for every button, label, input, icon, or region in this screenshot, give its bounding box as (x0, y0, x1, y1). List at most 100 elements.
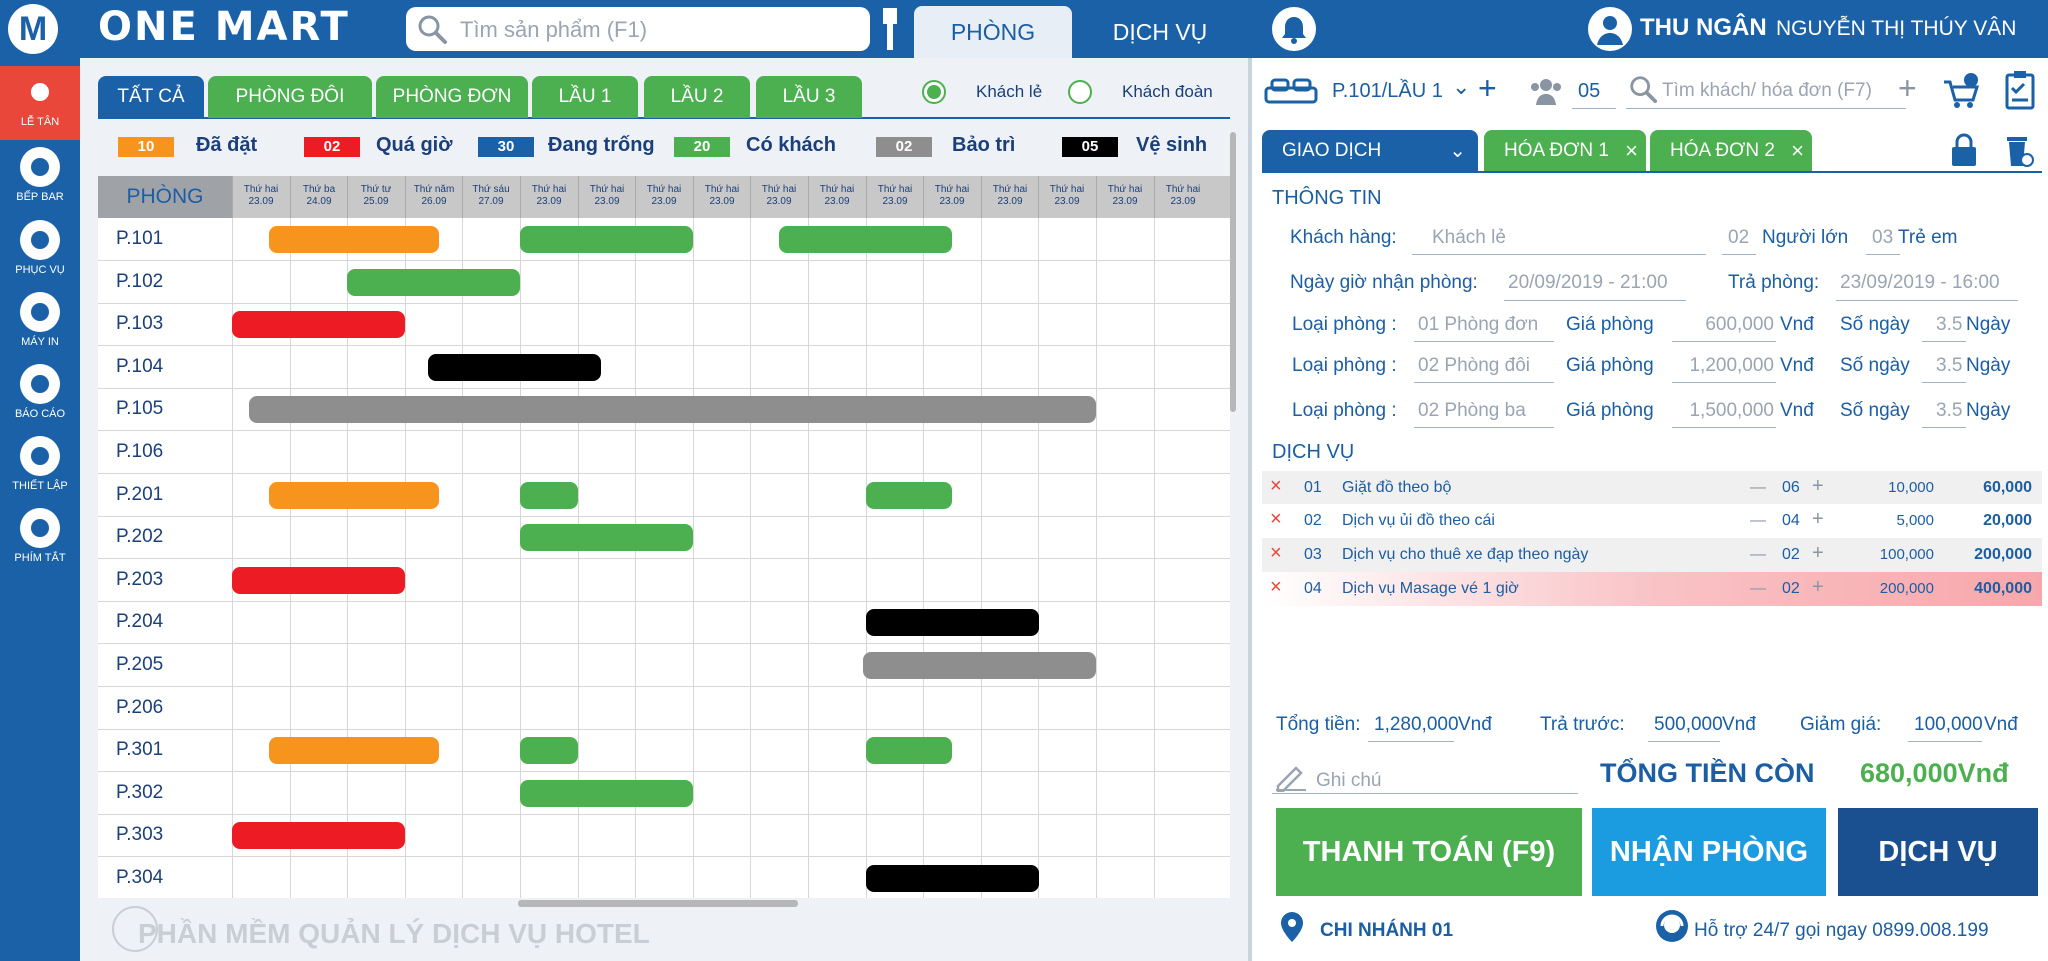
filter-tab-5[interactable]: LẦU 2 (644, 76, 750, 118)
room-label[interactable]: P.102 (116, 271, 163, 293)
plus-icon[interactable]: + (1812, 475, 1824, 498)
booking-bar-booked[interactable] (269, 482, 439, 509)
room-label[interactable]: P.304 (116, 867, 163, 889)
room-days-field[interactable]: 3.5 (1936, 355, 1962, 377)
delete-bin-icon[interactable] (2004, 132, 2034, 168)
room-type-field[interactable]: 02 Phòng ba (1418, 400, 1526, 422)
booking-bar-maintenance[interactable] (249, 396, 1096, 423)
booking-bar-occupied[interactable] (520, 226, 693, 253)
service-button[interactable]: DỊCH VỤ (1838, 808, 2038, 896)
sidebar-item-5[interactable]: BÁO CÁO (0, 358, 80, 432)
booking-bar-cleaning[interactable] (866, 865, 1039, 892)
product-search-input[interactable]: Tìm sản phẩm (F1) (406, 7, 870, 51)
discount-field[interactable]: 100,000 (1914, 714, 1983, 736)
minus-icon[interactable]: — (1750, 546, 1766, 564)
booking-bar-occupied[interactable] (520, 482, 578, 509)
app-logo[interactable]: M (8, 4, 58, 54)
room-label[interactable]: P.105 (116, 398, 163, 420)
room-type-field[interactable]: 01 Phòng đơn (1418, 314, 1538, 336)
room-type-field[interactable]: 02 Phòng đôi (1418, 355, 1530, 377)
booking-bar-occupied[interactable] (520, 737, 578, 764)
sidebar-item-1[interactable]: LỄ TÂN (0, 66, 80, 140)
booking-bar-overdue[interactable] (232, 311, 405, 338)
close-icon[interactable]: × (1625, 130, 1638, 172)
note-input[interactable]: Ghi chú (1316, 770, 1381, 792)
prepaid-field[interactable]: 500,000 (1654, 714, 1723, 736)
booking-bar-overdue[interactable] (232, 822, 405, 849)
room-price-field[interactable]: 600,000 (1688, 314, 1774, 336)
minus-icon[interactable]: — (1750, 580, 1766, 598)
minus-icon[interactable]: — (1750, 512, 1766, 530)
room-label[interactable]: P.103 (116, 313, 163, 335)
guest-group-radio[interactable] (1068, 80, 1092, 104)
close-icon[interactable]: × (1791, 130, 1804, 172)
checkin-field[interactable]: 20/09/2019 - 21:00 (1508, 272, 1668, 294)
tab-service[interactable]: DỊCH VỤ (1080, 6, 1240, 58)
filter-tab-2[interactable]: PHÒNG ĐÔI (208, 76, 372, 118)
filter-tab-1[interactable]: TẤT CẢ (98, 76, 204, 118)
filter-tab-6[interactable]: LẦU 3 (756, 76, 862, 118)
booking-bar-occupied[interactable] (779, 226, 952, 253)
sidebar-item-7[interactable]: PHÍM TẮT (0, 502, 80, 576)
schedule-grid[interactable]: P.101 P.102 P.103 P.104 P.105 P.106 P.201 P.202… (98, 218, 1230, 898)
remove-service-icon[interactable]: × (1270, 508, 1282, 531)
room-label[interactable]: P.206 (116, 697, 163, 719)
booking-bar-occupied[interactable] (866, 482, 952, 509)
plus-icon[interactable]: + (1812, 542, 1824, 565)
remove-service-icon[interactable]: × (1270, 576, 1282, 599)
room-label[interactable]: P.303 (116, 824, 163, 846)
minus-icon[interactable]: — (1750, 479, 1766, 497)
room-label[interactable]: P.204 (116, 611, 163, 633)
clean-brush-icon[interactable] (880, 8, 900, 50)
sidebar-item-2[interactable]: BẾP BAR (0, 141, 80, 215)
service-qty[interactable]: 02 (1782, 580, 1800, 598)
room-days-field[interactable]: 3.5 (1936, 314, 1962, 336)
chevron-down-icon[interactable]: ⌄ (1452, 74, 1470, 100)
booking-bar-occupied[interactable] (520, 524, 693, 551)
room-label[interactable]: P.104 (116, 356, 163, 378)
room-label[interactable]: P.101 (116, 228, 163, 250)
tab-invoice-2[interactable]: HÓA ĐƠN 2 × (1650, 130, 1812, 172)
remove-service-icon[interactable]: × (1270, 475, 1282, 498)
room-label[interactable]: P.301 (116, 739, 163, 761)
booking-bar-cleaning[interactable] (866, 609, 1039, 636)
booking-bar-booked[interactable] (269, 737, 439, 764)
remove-service-icon[interactable]: × (1270, 542, 1282, 565)
service-qty[interactable]: 02 (1782, 546, 1800, 564)
room-price-field[interactable]: 1,200,000 (1688, 355, 1774, 377)
booking-bar-overdue[interactable] (232, 567, 405, 594)
filter-tab-3[interactable]: PHÒNG ĐƠN (376, 76, 528, 118)
plus-icon[interactable]: + (1812, 508, 1824, 531)
user-avatar-icon[interactable] (1588, 7, 1632, 51)
lock-icon[interactable] (1950, 132, 1978, 168)
room-label[interactable]: P.203 (116, 569, 163, 591)
add-customer-plus-icon[interactable]: + (1898, 70, 1917, 107)
customer-invoice-search-input[interactable]: Tìm khách/ hóa đơn (F7) (1662, 80, 1872, 102)
chevron-down-icon[interactable]: ⌄ (1449, 130, 1466, 172)
plus-icon[interactable]: + (1812, 576, 1824, 599)
room-label[interactable]: P.106 (116, 441, 163, 463)
filter-tab-4[interactable]: LẦU 1 (532, 76, 638, 118)
room-label[interactable]: P.205 (116, 654, 163, 676)
booking-bar-occupied[interactable] (520, 780, 693, 807)
adults-field[interactable]: 02 (1728, 227, 1749, 249)
vertical-scrollbar[interactable] (1230, 132, 1236, 412)
cart-dollar-icon[interactable] (1942, 72, 1980, 110)
clipboard-check-icon[interactable] (2004, 70, 2036, 110)
checkin-button[interactable]: NHẬN PHÒNG (1592, 808, 1826, 896)
booking-bar-occupied[interactable] (866, 737, 952, 764)
service-qty[interactable]: 04 (1782, 512, 1800, 530)
booking-bar-booked[interactable] (269, 226, 439, 253)
room-price-field[interactable]: 1,500,000 (1688, 400, 1774, 422)
tab-room[interactable]: PHÒNG (914, 6, 1072, 58)
room-days-field[interactable]: 3.5 (1936, 400, 1962, 422)
booking-bar-occupied[interactable] (347, 269, 520, 296)
room-label[interactable]: P.201 (116, 484, 163, 506)
pay-button[interactable]: THANH TOÁN (F9) (1276, 808, 1582, 896)
guest-single-radio[interactable] (922, 80, 946, 104)
room-label[interactable]: P.302 (116, 782, 163, 804)
customer-field[interactable]: Khách lẻ (1432, 227, 1506, 249)
booking-bar-maintenance[interactable] (863, 652, 1096, 679)
booking-bar-cleaning[interactable] (428, 354, 601, 381)
service-qty[interactable]: 06 (1782, 479, 1800, 497)
